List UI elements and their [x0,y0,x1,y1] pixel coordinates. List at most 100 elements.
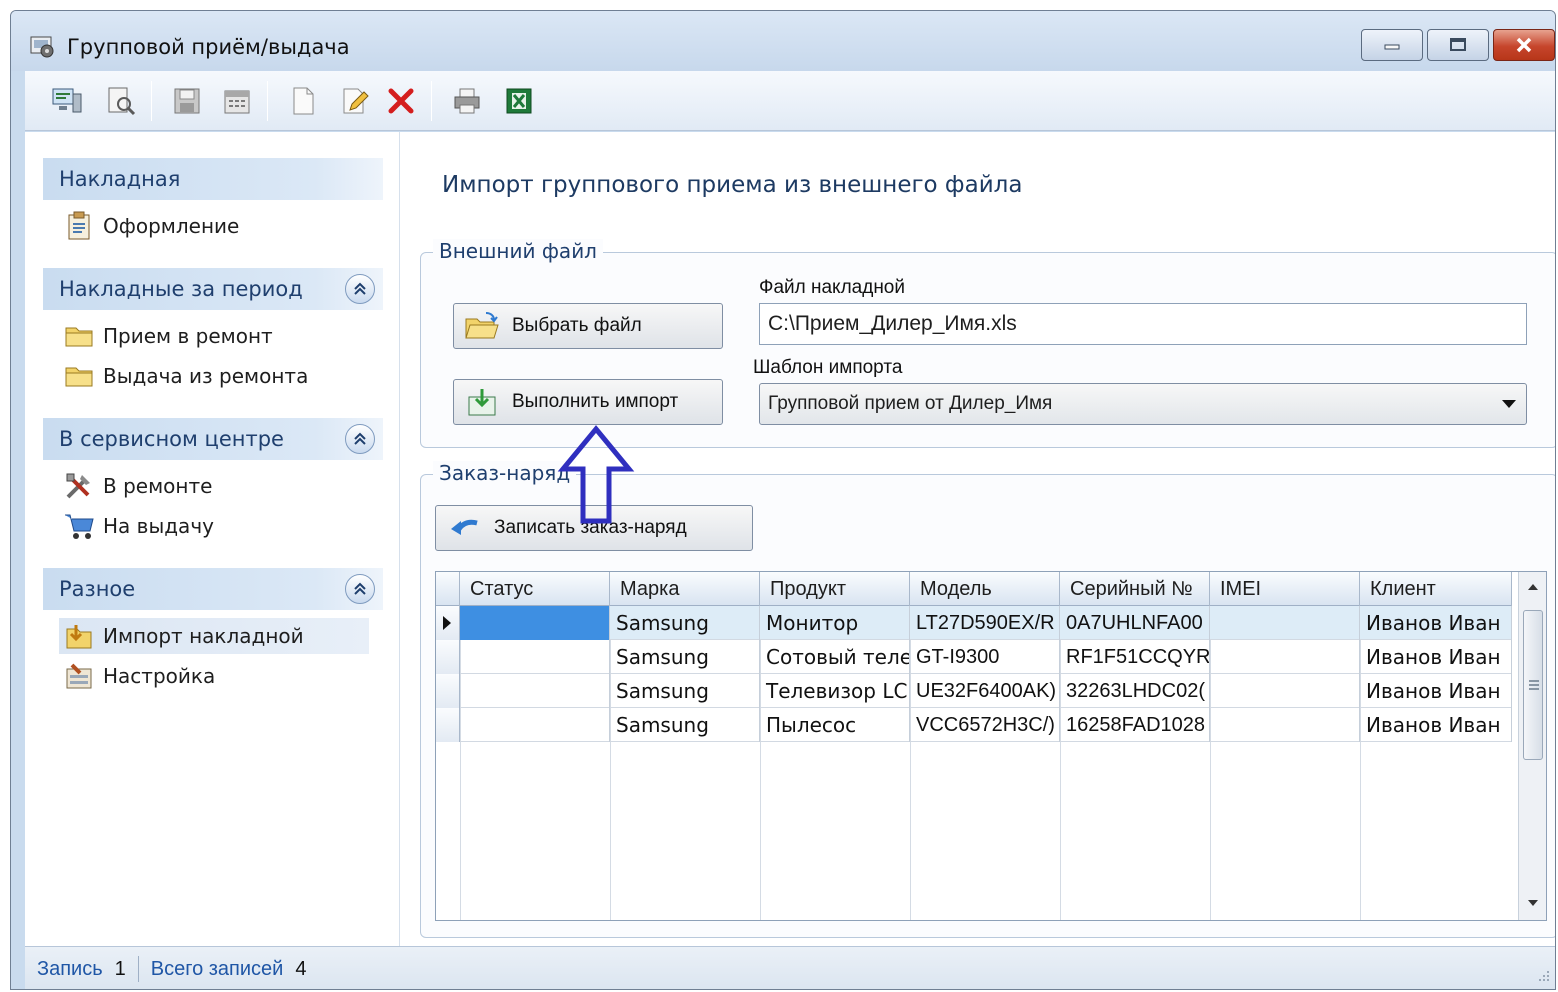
current-row-arrow-icon [443,616,451,630]
scroll-down-icon[interactable] [1526,898,1540,908]
sidebar-item-in-repair[interactable]: В ремонте [59,468,389,504]
total-records-value: 4 [295,957,307,980]
table-cell[interactable]: Samsung [610,708,760,742]
window-title: Групповой приём/выдача [67,35,350,59]
table-cell[interactable]: 16258FAD1028 [1060,708,1210,742]
sidebar-item-registration[interactable]: Оформление [59,208,389,244]
sidebar-item-for-pickup[interactable]: На выдачу [59,508,389,544]
collapse-button[interactable] [345,274,375,304]
sidebar-item-label: Настройка [103,664,216,688]
sidebar-group-invoice[interactable]: Накладная [43,158,383,200]
table-row[interactable]: Samsung Монитор LT27D590EX/R 0A7UHLNFA00… [436,606,1512,640]
toolbar-new-button[interactable] [285,83,321,119]
table-row[interactable]: Samsung Сотовый теле GT-I9300 RF1F51CCQY… [436,640,1512,674]
sidebar-group-service-center[interactable]: В сервисном центре [43,418,383,460]
toolbar-computer-button[interactable] [49,83,85,119]
run-import-label: Выполнить импорт [512,391,679,412]
title-bar: Групповой приём/выдача [11,11,1555,71]
table-cell[interactable]: Samsung [610,674,760,708]
grid-header: Статус Марка Продукт Модель Серийный № I… [436,572,1512,606]
table-cell[interactable]: 0A7UHLNFA00 [1060,606,1210,640]
sidebar-item-repair-intake[interactable]: Прием в ремонт [59,318,389,354]
table-cell[interactable]: RF1F51CCQYR [1060,640,1210,674]
close-button[interactable] [1493,29,1555,61]
table-cell[interactable]: Монитор [760,606,910,640]
grid-column-header[interactable]: IMEI [1210,572,1360,606]
toolbar-print-button[interactable] [449,83,485,119]
table-cell[interactable]: Телевизор LC [760,674,910,708]
grid-scrollbar[interactable] [1518,572,1546,920]
row-indicator[interactable] [436,674,460,708]
table-cell[interactable]: Samsung [610,606,760,640]
table-cell[interactable]: Иванов Иван [1360,606,1512,640]
toolbar-excel-button[interactable] [501,83,537,119]
sidebar-item-label: Оформление [103,214,240,238]
sidebar-item-repair-output[interactable]: Выдача из ремонта [59,358,389,394]
maximize-button[interactable] [1427,29,1489,61]
order-group: Заказ-наряд Записать заказ-наряд Статус … [420,461,1555,938]
row-indicator[interactable] [436,640,460,674]
grid-corner [436,572,460,606]
sidebar-group-period[interactable]: Накладные за период [43,268,383,310]
table-row[interactable]: Samsung Телевизор LC UE32F6400AK) 32263L… [436,674,1512,708]
table-cell[interactable] [1210,640,1360,674]
toolbar-edit-button[interactable] [337,83,373,119]
table-cell[interactable]: Сотовый теле [760,640,910,674]
minimize-icon [1384,44,1400,50]
table-cell[interactable]: Иванов Иван [1360,674,1512,708]
toolbar-preview-button[interactable] [103,83,139,119]
grid-column-header[interactable]: Статус [460,572,610,606]
sidebar-group-misc[interactable]: Разное [43,568,383,610]
grid-column-header[interactable]: Клиент [1360,572,1512,606]
import-icon [464,387,500,417]
minimize-button[interactable] [1361,29,1423,61]
chevron-up-icon [354,582,366,595]
grid-column-header[interactable]: Серийный № [1060,572,1210,606]
toolbar-calendar-button[interactable] [219,83,255,119]
grid-column-header[interactable]: Модель [910,572,1060,606]
new-document-icon [293,87,314,115]
table-cell[interactable] [460,708,610,742]
choose-file-button[interactable]: Выбрать файл [453,303,723,349]
table-cell[interactable] [460,674,610,708]
table-cell[interactable]: Иванов Иван [1360,640,1512,674]
toolbar-save-button[interactable] [169,83,205,119]
collapse-button[interactable] [345,574,375,604]
table-cell[interactable] [460,640,610,674]
table-cell[interactable]: LT27D590EX/R [910,606,1060,640]
file-path-input[interactable]: C:\Прием_Дилер_Имя.xls [759,303,1527,345]
clipboard-icon [63,211,95,240]
grid-column-header[interactable]: Продукт [760,572,910,606]
table-cell[interactable]: 32263LHDC02( [1060,674,1210,708]
row-indicator[interactable] [436,708,460,742]
import-template-select[interactable]: Групповой прием от Дилер_Имя [759,383,1527,425]
table-cell[interactable]: UE32F6400AK) [910,674,1060,708]
toolbar-separator [431,81,432,121]
toolbar-delete-button[interactable] [383,83,419,119]
table-cell[interactable] [1210,674,1360,708]
computer-icon [52,88,82,113]
sidebar-item-import-invoice[interactable]: Импорт накладной [59,618,369,654]
resize-grip-icon[interactable] [1533,967,1551,985]
table-cell[interactable] [1210,606,1360,640]
folder-icon [63,322,95,350]
table-cell[interactable]: Иванов Иван [1360,708,1512,742]
scroll-up-icon[interactable] [1526,582,1540,592]
run-import-button[interactable]: Выполнить импорт [453,379,723,425]
order-legend: Заказ-наряд [433,461,577,485]
table-cell[interactable]: Пылесос [760,708,910,742]
table-cell[interactable] [1210,708,1360,742]
save-order-button[interactable]: Записать заказ-наряд [435,505,753,551]
table-cell[interactable] [460,606,610,640]
order-grid[interactable]: Статус Марка Продукт Модель Серийный № I… [435,571,1547,921]
table-cell[interactable]: Samsung [610,640,760,674]
table-cell[interactable]: GT-I9300 [910,640,1060,674]
collapse-button[interactable] [345,424,375,454]
scroll-thumb[interactable] [1523,610,1543,760]
table-row[interactable]: Samsung Пылесос VCC6572H3C/) 16258FAD102… [436,708,1512,742]
table-cell[interactable]: VCC6572H3C/) [910,708,1060,742]
row-indicator[interactable] [436,606,460,640]
sidebar-item-settings[interactable]: Настройка [59,658,389,694]
grip-icon [1529,680,1539,690]
grid-column-header[interactable]: Марка [610,572,760,606]
